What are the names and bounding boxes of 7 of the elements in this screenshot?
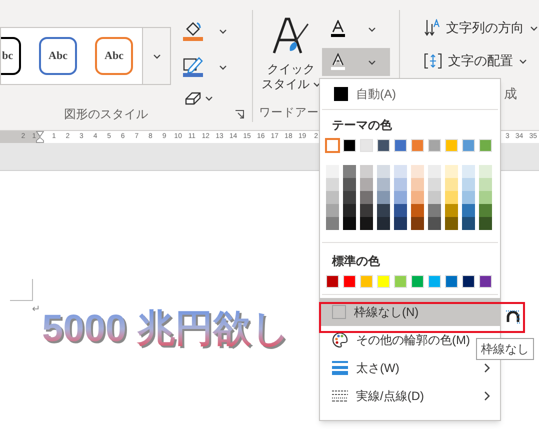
section-heading: テーマの色	[331, 117, 393, 134]
paragraph-mark: ↵	[32, 305, 40, 315]
group-label: ワードアー	[259, 106, 319, 121]
section-heading: 標準の色	[330, 253, 381, 270]
tooltip: 枠線なし	[476, 338, 534, 360]
group-label: 図形のスタイル	[64, 106, 148, 123]
ribbon-label: 成	[504, 85, 518, 103]
